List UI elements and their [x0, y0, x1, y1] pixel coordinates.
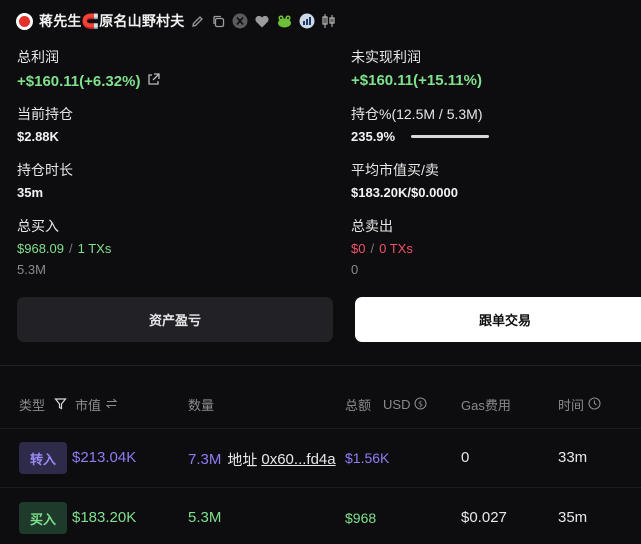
- total-profit-value: +$160.11(+6.32%): [17, 73, 141, 90]
- col-total-label: 总额: [345, 398, 372, 413]
- row-total: $1.56K: [345, 450, 390, 466]
- dollar-circle-icon[interactable]: $: [414, 396, 428, 413]
- row-gas: 0: [461, 449, 470, 466]
- total-sell-qty: 0: [351, 262, 359, 277]
- row-time: 35m: [558, 509, 588, 526]
- clock-icon[interactable]: [588, 396, 601, 413]
- avg-mcap-label: 平均市值买/卖: [351, 162, 439, 178]
- stat-total-sell: 总卖出 $0 / 0 TXs 0: [351, 216, 413, 277]
- row-mcap: $183.20K: [72, 509, 137, 526]
- stat-holding: 当前持仓 $2.88K: [17, 104, 73, 144]
- candlestick-icon[interactable]: [321, 13, 336, 29]
- wallet-name: 蒋先生🧲原名山野村夫: [39, 13, 185, 29]
- col-time-label: 时间: [558, 398, 585, 413]
- holding-value: $2.88K: [17, 129, 59, 144]
- row-separator: [0, 428, 641, 429]
- profile-header: 蒋先生🧲原名山野村夫: [16, 10, 336, 32]
- edit-icon[interactable]: [190, 14, 205, 29]
- col-mcap[interactable]: 市值: [75, 395, 118, 414]
- col-total[interactable]: 总额 USD $: [345, 395, 428, 414]
- col-gas-label: Gas费用: [461, 398, 511, 413]
- total-buy-amount: $968.09: [17, 241, 64, 256]
- col-qty-label: 数量: [188, 398, 215, 413]
- duration-label: 持仓时长: [17, 162, 73, 178]
- stat-total-profit: 总利润 +$160.11(+6.32%): [17, 47, 161, 91]
- x-twitter-icon[interactable]: [232, 13, 248, 29]
- heart-icon[interactable]: [254, 14, 270, 29]
- row-qty-cell: 7.3M 地址 0x60...fd4a: [188, 449, 336, 470]
- frog-icon[interactable]: [276, 13, 293, 29]
- row-time: 33m: [558, 449, 588, 466]
- svg-text:$: $: [418, 399, 423, 408]
- total-buy-qty: 5.3M: [17, 262, 46, 277]
- holding-pct-bar: [411, 135, 490, 138]
- pnl-button[interactable]: 资产盈亏: [17, 297, 333, 342]
- row-total: $968: [345, 510, 377, 526]
- stat-unrealized: 未实现利润 +$160.11(+15.11%): [351, 47, 482, 89]
- total-sell-separator: /: [370, 241, 375, 256]
- row-separator: [0, 487, 641, 488]
- stat-holding-pct: 持仓%(12.5M / 5.3M) 235.9%: [351, 104, 490, 144]
- total-buy-separator: /: [69, 241, 73, 256]
- address-link[interactable]: 0x60...fd4a: [261, 451, 335, 468]
- total-buy-txs: 1 TXs: [77, 241, 112, 256]
- stat-total-buy: 总买入 $968.09 / 1 TXs 5.3M: [17, 216, 111, 277]
- row-qty: 5.3M: [188, 509, 222, 526]
- type-tag-transfer: 转入: [19, 442, 67, 474]
- holding-pct-value: 235.9%: [351, 129, 396, 144]
- unrealized-value: +$160.11(+15.11%): [351, 72, 482, 89]
- chart-badge-icon[interactable]: [299, 13, 315, 29]
- col-qty: 数量: [188, 395, 214, 414]
- address-label: 地址: [227, 452, 258, 469]
- col-time[interactable]: 时间: [558, 395, 601, 414]
- type-tag-buy: 买入: [19, 502, 67, 534]
- swap-icon[interactable]: [105, 397, 118, 413]
- avg-mcap-value: $183.20K/$0.0000: [351, 185, 458, 200]
- holding-pct-bar-fill: [411, 135, 490, 138]
- stat-duration: 持仓时长 35m: [17, 160, 73, 200]
- row-gas: $0.027: [461, 509, 507, 526]
- col-mcap-label: 市值: [75, 398, 102, 413]
- row-qty: 7.3M: [188, 451, 222, 468]
- stat-avg-mcap: 平均市值买/卖 $183.20K/$0.0000: [351, 160, 458, 200]
- row-mcap: $213.04K: [72, 449, 137, 466]
- col-type[interactable]: 类型: [19, 395, 67, 414]
- share-icon[interactable]: [146, 72, 161, 91]
- copy-icon[interactable]: [211, 14, 226, 29]
- filter-icon[interactable]: [54, 397, 67, 413]
- total-sell-amount: $0: [351, 241, 366, 256]
- col-type-label: 类型: [19, 398, 46, 413]
- holding-label: 当前持仓: [17, 106, 73, 122]
- total-buy-label: 总买入: [17, 218, 59, 234]
- duration-value: 35m: [17, 185, 44, 200]
- divider: [0, 365, 641, 366]
- total-profit-label: 总利润: [17, 49, 59, 65]
- avatar[interactable]: [16, 12, 33, 30]
- total-sell-label: 总卖出: [351, 218, 393, 234]
- total-sell-txs: 0 TXs: [379, 241, 413, 256]
- currency-label: USD: [383, 397, 411, 412]
- holding-pct-label: 持仓%(12.5M / 5.3M): [351, 106, 483, 122]
- unrealized-label: 未实现利润: [351, 49, 421, 65]
- col-gas: Gas费用: [461, 395, 511, 414]
- copy-trade-button[interactable]: 跟单交易: [355, 297, 641, 342]
